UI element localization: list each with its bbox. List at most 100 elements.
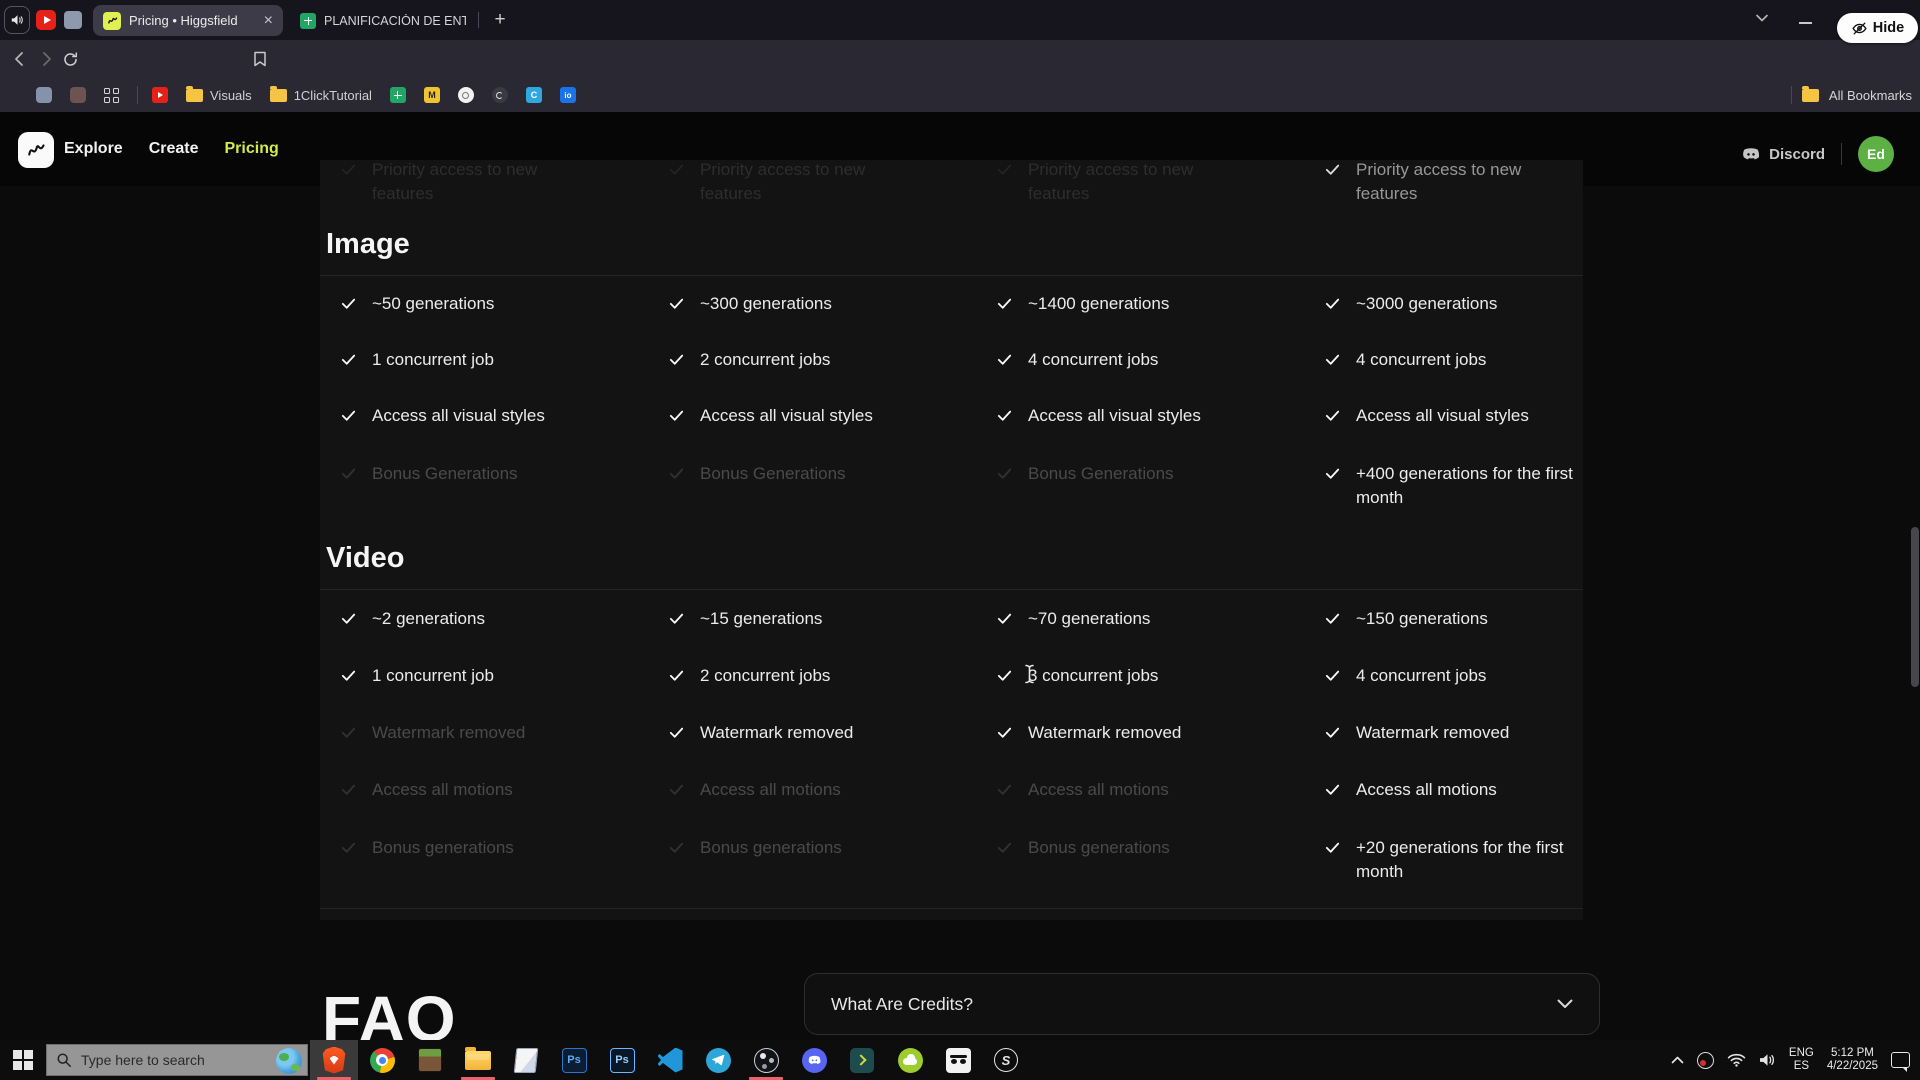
taskbar-file-explorer[interactable] <box>454 1040 502 1080</box>
taskbar-telegram[interactable] <box>694 1040 742 1080</box>
reload-button[interactable] <box>58 47 82 71</box>
back-button[interactable] <box>8 47 32 71</box>
feature-cell: +400 generations for the first month <box>1324 462 1583 510</box>
discord-icon <box>1741 147 1761 162</box>
feature-cell: 4 concurrent jobs <box>1324 348 1583 372</box>
hide-label: Hide <box>1873 20 1904 36</box>
reading-list-icon[interactable] <box>248 47 272 71</box>
bookmark-c-app[interactable]: C <box>526 87 542 103</box>
check-icon <box>340 610 357 627</box>
start-button[interactable] <box>0 1040 46 1080</box>
bookmark-folder-visuals[interactable]: Visuals <box>186 88 252 103</box>
wifi-icon[interactable] <box>1727 1053 1746 1067</box>
feature-cell: Bonus Generations <box>340 462 668 486</box>
check-icon <box>340 667 357 684</box>
feature-text: ~1400 generations <box>1028 292 1169 316</box>
nav-explore[interactable]: Explore <box>64 140 123 158</box>
check-icon <box>668 667 685 684</box>
feature-cell: Priority access to new features <box>340 158 668 206</box>
search-icon <box>56 1052 72 1068</box>
apps-grid-icon[interactable] <box>104 88 119 103</box>
faq-accordion-item[interactable]: What Are Credits? <box>804 973 1600 1035</box>
feature-cell: Access all motions <box>1324 778 1583 802</box>
bookmark-youtube[interactable] <box>152 87 168 103</box>
pinned-tab-youtube[interactable] <box>36 10 56 30</box>
higgsfield-favicon <box>103 12 121 30</box>
nav-create[interactable]: Create <box>149 140 199 158</box>
forward-button[interactable] <box>34 47 58 71</box>
higgsfield-logo[interactable] <box>18 132 54 168</box>
check-icon <box>668 161 685 178</box>
taskbar-detective-app[interactable] <box>934 1040 982 1080</box>
muted-tab[interactable] <box>4 6 30 34</box>
pinned-tab[interactable] <box>64 11 82 29</box>
bookmark-folder-1clicktutorial[interactable]: 1ClickTutorial <box>270 88 372 103</box>
feature-text: Watermark removed <box>372 721 525 745</box>
scrollbar-thumb[interactable] <box>1911 527 1919 687</box>
feature-cell: Bonus generations <box>668 836 996 860</box>
tab-spreadsheet[interactable]: PLANIFICACIÓN DE ENTRENAMIEN <box>292 5 474 36</box>
clock[interactable]: 5:12 PM 4/22/2025 <box>1827 1047 1878 1073</box>
tab-search-caret-icon[interactable] <box>1756 14 1768 22</box>
bookmarks-separator <box>137 86 138 104</box>
hide-overlay-button[interactable]: Hide <box>1837 13 1918 43</box>
language-indicator[interactable]: ENG ES <box>1789 1047 1814 1073</box>
taskbar-discord[interactable] <box>790 1040 838 1080</box>
all-bookmarks[interactable]: All Bookmarks <box>1791 78 1912 112</box>
bookmark-dark-circle[interactable] <box>492 87 508 103</box>
user-avatar[interactable]: Ed <box>1858 136 1894 172</box>
check-icon <box>996 610 1013 627</box>
new-tab-button[interactable]: + <box>488 8 512 32</box>
taskbar-notebook[interactable] <box>502 1040 550 1080</box>
feature-cell: Bonus Generations <box>668 462 996 486</box>
taskbar-cloud-app[interactable] <box>886 1040 934 1080</box>
check-icon <box>996 465 1013 482</box>
taskbar-minecraft[interactable] <box>406 1040 454 1080</box>
check-icon <box>1324 839 1341 856</box>
feature-text: Bonus Generations <box>700 462 846 486</box>
separator <box>1791 86 1792 104</box>
discord-label: Discord <box>1769 146 1825 163</box>
taskbar-dev-tool[interactable] <box>838 1040 886 1080</box>
nav-pricing[interactable]: Pricing <box>225 140 279 158</box>
taskbar-photoshop-beta[interactable]: Ps <box>598 1040 646 1080</box>
search-doodle-globe-icon[interactable] <box>276 1048 302 1074</box>
taskbar-brave[interactable] <box>310 1040 358 1080</box>
volume-icon[interactable] <box>1759 1053 1776 1067</box>
taskbar-s-app[interactable]: S <box>982 1040 1030 1080</box>
bookmark-io-app[interactable]: io <box>560 87 576 103</box>
bookmark-white-circle[interactable] <box>458 87 474 103</box>
search-input[interactable] <box>81 1052 251 1068</box>
taskbar-search[interactable] <box>46 1044 308 1076</box>
taskbar-photoshop[interactable]: Ps <box>550 1040 598 1080</box>
taskbar-obs[interactable] <box>742 1040 790 1080</box>
check-icon <box>340 295 357 312</box>
feature-text: ~50 generations <box>372 292 494 316</box>
feature-text: Watermark removed <box>700 721 853 745</box>
check-icon <box>1324 724 1341 741</box>
obs-icon <box>754 1048 779 1073</box>
bookmark-blue-square[interactable] <box>36 87 52 103</box>
feature-cell: 1 concurrent job <box>340 348 668 372</box>
taskbar-vscode[interactable] <box>646 1040 694 1080</box>
feature-text: 4 concurrent jobs <box>1356 664 1486 688</box>
tab-active-pricing[interactable]: Pricing • Higgsfield × <box>93 5 283 36</box>
check-icon <box>668 465 685 482</box>
feature-cell: Watermark removed <box>340 721 668 745</box>
check-icon <box>1324 781 1341 798</box>
feature-text: 2 concurrent jobs <box>700 348 830 372</box>
table-row: Access all motions Access all motions Ac… <box>320 761 1583 818</box>
bookmark-sheets[interactable] <box>390 87 406 103</box>
tab-title: Pricing • Higgsfield <box>129 13 258 28</box>
window-minimize-button[interactable] <box>1799 22 1812 24</box>
tab-close-icon[interactable]: × <box>264 13 273 29</box>
obs-tray-icon[interactable] <box>1697 1052 1714 1069</box>
bookmark-m-app[interactable]: M <box>424 87 440 103</box>
tray-expand-icon[interactable] <box>1671 1056 1684 1064</box>
taskbar-chrome[interactable] <box>358 1040 406 1080</box>
discord-link[interactable]: Discord <box>1741 146 1825 163</box>
bookmark-label: 1ClickTutorial <box>294 88 372 103</box>
bookmark-brown-square[interactable] <box>70 87 86 103</box>
c-icon: C <box>526 87 542 103</box>
notification-center-icon[interactable] <box>1891 1052 1910 1068</box>
